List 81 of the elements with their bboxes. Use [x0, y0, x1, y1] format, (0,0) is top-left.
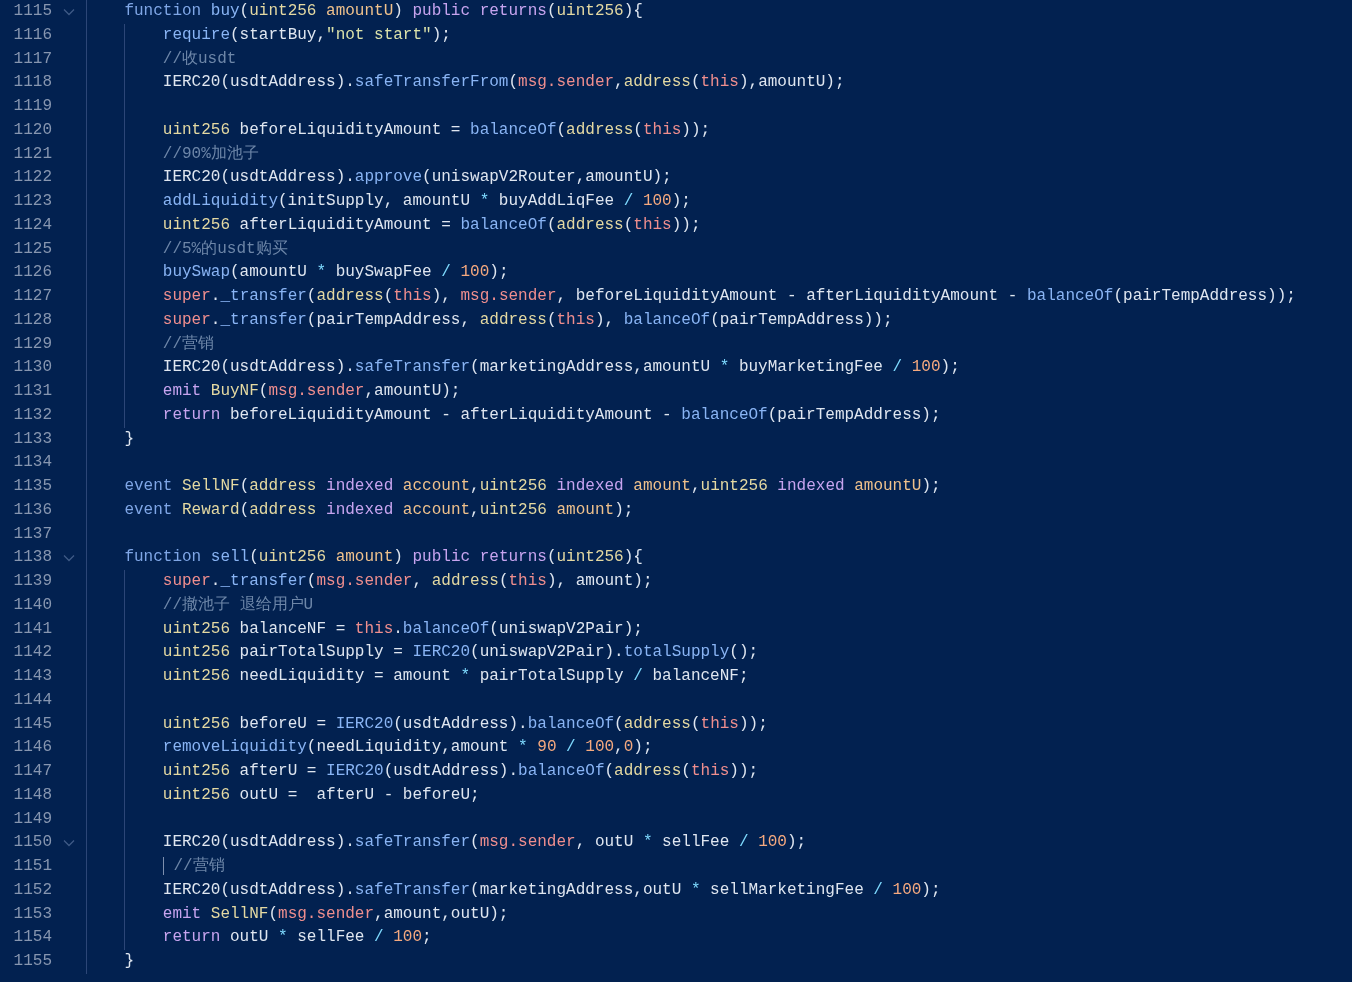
- code-line: uint256 beforeU = IERC20(usdtAddress).balanceOf(address(this));: [162, 713, 768, 735]
- line-number: 1150: [12, 832, 52, 854]
- line-number: 1147: [12, 761, 52, 782]
- code-line: }: [124, 951, 134, 972]
- line-number: 1125: [12, 238, 52, 260]
- code-line: IERC20(usdtAddress).safeTransfer(msg.sender, outU * sellFee / 100);: [162, 832, 807, 854]
- line-number: 1137: [12, 523, 52, 545]
- code-line: IERC20(usdtAddress).safeTransfer(marketingAddress,amountU * buyMarketingFee / 100);: [162, 357, 960, 379]
- line-number: 1141: [12, 618, 52, 640]
- code-line: //营销: [162, 855, 225, 879]
- line-number: 1140: [12, 594, 52, 616]
- line-number: 1144: [12, 689, 52, 711]
- line-number: 1122: [12, 167, 52, 189]
- code-line: event Reward(address indexed account,uint256 amount);: [124, 499, 634, 521]
- chevron-down-icon[interactable]: [63, 839, 75, 848]
- line-number: 1132: [12, 404, 52, 426]
- line-number: 1143: [12, 666, 52, 687]
- code-line: uint256 needLiquidity = amount * pairTotalSupply / balanceNF;: [162, 666, 749, 687]
- code-line: return beforeLiquidityAmount - afterLiquidityAmount - balanceOf(pairTempAddress);: [162, 404, 941, 426]
- code-line: uint256 pairTotalSupply = IERC20(uniswapV2Pair).totalSupply();: [162, 642, 759, 664]
- code-line: IERC20(usdtAddress).safeTransfer(marketingAddress,outU * sellMarketingFee / 100);: [162, 879, 941, 901]
- line-number: 1117: [12, 48, 52, 70]
- code-line: }: [124, 428, 134, 450]
- line-number: 1145: [12, 713, 52, 735]
- line-number: 1120: [12, 119, 52, 141]
- line-number: 1123: [12, 191, 52, 212]
- line-number: 1139: [12, 571, 52, 592]
- line-number: 1126: [12, 262, 52, 284]
- line-number: 1146: [12, 737, 52, 759]
- line-number: 1134: [12, 452, 52, 474]
- code-line: require(startBuy,"not start");: [162, 24, 451, 46]
- code-line: uint256 balanceNF = this.balanceOf(uniswapV2Pair);: [162, 618, 643, 640]
- code-line: //撤池子 退给用户U: [162, 594, 314, 616]
- code-line: uint256 outU = afterU - beforeU;: [162, 784, 480, 806]
- code-line: uint256 beforeLiquidityAmount = balanceOf(address(this));: [162, 119, 711, 141]
- text-cursor: [162, 856, 164, 875]
- code-line: removeLiquidity(needLiquidity,amount * 90 / 100,0);: [162, 737, 653, 759]
- line-number: 1155: [12, 951, 52, 972]
- code-line: function sell(uint256 amount) public returns(uint256){: [124, 547, 643, 569]
- line-number: 1124: [12, 214, 52, 236]
- line-number: 1131: [12, 381, 52, 402]
- chevron-down-icon[interactable]: [63, 7, 75, 16]
- line-number: 1116: [12, 24, 52, 46]
- code-line: return outU * sellFee / 100;: [162, 927, 432, 949]
- line-number: 1148: [12, 784, 52, 806]
- code-line: event SellNF(address indexed account,uint256 indexed amount,uint256 indexed amountU);: [124, 476, 941, 497]
- line-number: 1127: [12, 286, 52, 307]
- line-number: 1136: [12, 499, 52, 521]
- line-number: 1121: [12, 143, 52, 165]
- line-number: 1119: [12, 96, 52, 117]
- code-line: addLiquidity(initSupply, amountU * buyAddLiqFee / 100);: [162, 191, 691, 212]
- line-number: 1152: [12, 879, 52, 901]
- line-number: 1153: [12, 903, 52, 925]
- line-number: 1133: [12, 428, 52, 450]
- line-number: 1151: [12, 856, 52, 877]
- code-line: super._transfer(address(this), msg.sender, beforeLiquidityAmount - afterLiquidityAmount - balanceOf(pairTempAddress));: [162, 286, 1296, 307]
- code-line: function buy(uint256 amountU) public returns(uint256){: [124, 1, 643, 22]
- code-line: IERC20(usdtAddress).safeTransferFrom(msg.sender,address(this),amountU);: [162, 72, 845, 94]
- line-number: 1135: [12, 476, 52, 497]
- code-line: emit BuyNF(msg.sender,amountU);: [162, 381, 461, 402]
- line-number: 1128: [12, 309, 52, 331]
- code-line: buySwap(amountU * buySwapFee / 100);: [162, 262, 509, 284]
- line-number: 1130: [12, 357, 52, 379]
- code-line: super._transfer(pairTempAddress, address(this), balanceOf(pairTempAddress));: [162, 309, 893, 331]
- line-number: 1129: [12, 333, 52, 355]
- line-number: 1149: [12, 808, 52, 830]
- line-number: 1138: [12, 547, 52, 569]
- code-line: //收usdt: [162, 48, 237, 70]
- code-line: emit SellNF(msg.sender,amount,outU);: [162, 903, 509, 925]
- code-line: IERC20(usdtAddress).approve(uniswapV2Router,amountU);: [162, 167, 672, 189]
- code-line: uint256 afterU = IERC20(usdtAddress).balanceOf(address(this));: [162, 761, 759, 782]
- code-line: uint256 afterLiquidityAmount = balanceOf(address(this));: [162, 214, 701, 236]
- code-line: //营销: [162, 333, 214, 355]
- code-line: //90%加池子: [162, 143, 259, 165]
- code-line: //5%的usdt购买: [162, 238, 288, 260]
- chevron-down-icon[interactable]: [63, 554, 75, 563]
- line-number: 1118: [12, 72, 52, 94]
- line-number: 1142: [12, 642, 52, 664]
- line-number: 1115: [12, 1, 52, 22]
- code-line: super._transfer(msg.sender, address(this), amount);: [162, 571, 653, 592]
- line-number: 1154: [12, 927, 52, 949]
